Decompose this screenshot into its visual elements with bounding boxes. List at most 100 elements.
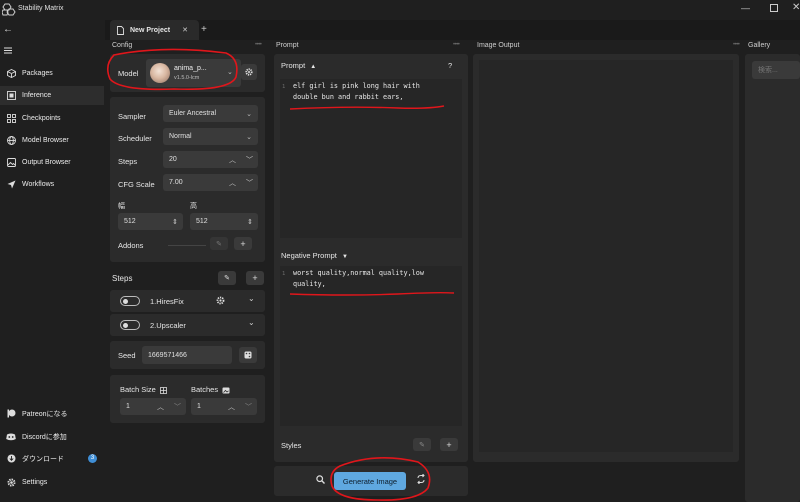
- project-tab-bar: New Project ✕ +: [105, 20, 800, 40]
- upscaler-label: 2.Upscaler: [150, 321, 186, 330]
- column-splitter[interactable]: ••••: [733, 42, 740, 48]
- gallery-panel: [745, 54, 800, 502]
- step-hiresfix-row: 1.HiresFix ⌄: [110, 290, 265, 312]
- steps-value: 20: [169, 156, 177, 163]
- column-splitter[interactable]: ••••: [255, 42, 262, 48]
- sidebar-item-packages[interactable]: Packages: [0, 64, 104, 83]
- sidebar-item-output-browser[interactable]: Output Browser: [0, 153, 104, 172]
- column-splitter[interactable]: ••••: [453, 42, 460, 48]
- prompt-editor[interactable]: 1 elf girl is pink long hair with double…: [280, 79, 462, 238]
- chevron-up-icon[interactable]: ︿: [229, 155, 236, 165]
- model-thumbnail: [150, 63, 170, 83]
- pencil-icon: ✎: [216, 240, 222, 248]
- chevron-down-icon[interactable]: ﹀: [246, 178, 253, 188]
- sidebar-item-label: Workflows: [22, 181, 55, 188]
- scheduler-dropdown[interactable]: Normal ⌄: [163, 128, 258, 145]
- addons-add-button[interactable]: +: [234, 237, 252, 250]
- layers-icon: [0, 91, 22, 100]
- search-icon[interactable]: [316, 475, 325, 484]
- up-down-icon[interactable]: ⇕: [247, 218, 253, 226]
- line-number: 1: [282, 84, 286, 90]
- close-button[interactable]: ✕: [792, 2, 800, 13]
- gallery-column-header: Gallery: [748, 42, 771, 49]
- styles-edit-button[interactable]: ✎: [413, 438, 431, 451]
- height-label: 高: [190, 203, 197, 210]
- chevron-down-icon[interactable]: ⌄: [248, 294, 255, 303]
- model-panel: Model anima_p... v1.5.0-lcm ⌄: [110, 54, 265, 92]
- send-icon: [0, 180, 22, 189]
- minimize-button[interactable]: —: [741, 3, 750, 13]
- globe-icon: [0, 136, 22, 145]
- sidebar-item-model-browser[interactable]: Model Browser: [0, 131, 104, 150]
- addons-label: Addons: [118, 241, 144, 250]
- chevron-up-icon[interactable]: ︿: [228, 402, 235, 412]
- upscaler-toggle[interactable]: [120, 320, 140, 330]
- generate-image-button[interactable]: Generate Image: [334, 472, 406, 490]
- height-value: 512: [196, 218, 208, 225]
- grid-icon: [0, 114, 22, 123]
- steps-edit-button[interactable]: ✎: [218, 271, 236, 285]
- negative-line-1: worst quality,normal quality,low: [293, 269, 424, 277]
- seed-input[interactable]: 1669571466: [142, 346, 232, 364]
- chevron-up-icon[interactable]: ︿: [157, 402, 164, 412]
- cfg-scale-stepper[interactable]: 7.00 ︿ ﹀: [163, 174, 258, 191]
- steps-add-button[interactable]: +: [246, 271, 264, 285]
- negative-line-2: quality,: [293, 280, 326, 288]
- sidebar-item-downloads[interactable]: ダウンロード 3: [0, 449, 104, 468]
- sidebar-item-label: Settings: [22, 479, 48, 486]
- cfg-scale-value: 7.00: [169, 179, 183, 186]
- sidebar-item-workflows[interactable]: Workflows: [0, 175, 104, 194]
- close-tab-icon[interactable]: ✕: [182, 26, 188, 34]
- hamburger-menu-icon[interactable]: [4, 47, 12, 54]
- batch-size-label-text: Batch Size: [120, 385, 156, 394]
- sidebar-item-checkpoints[interactable]: Checkpoints: [0, 109, 104, 128]
- tab-new-project[interactable]: New Project ✕: [110, 20, 199, 40]
- prompt-panel: Prompt ▲ ? 1 elf girl is pink long hair …: [274, 54, 468, 462]
- chevron-down-icon[interactable]: ﹀: [245, 402, 252, 412]
- help-icon[interactable]: ?: [448, 61, 452, 70]
- divider: [168, 245, 206, 246]
- seed-randomize-button[interactable]: [239, 347, 257, 363]
- sampler-dropdown[interactable]: Euler Ancestral ⌄: [163, 105, 258, 122]
- pencil-icon: ✎: [419, 441, 425, 449]
- prompt-header[interactable]: Prompt ▲: [281, 61, 316, 70]
- sidebar-item-discord[interactable]: Discordに参加: [0, 427, 104, 446]
- styles-add-button[interactable]: +: [440, 438, 458, 451]
- addons-edit-button[interactable]: ✎: [210, 237, 228, 250]
- chevron-down-icon[interactable]: ﹀: [246, 155, 253, 165]
- tab-label: New Project: [130, 26, 171, 34]
- width-label: 幅: [118, 203, 125, 210]
- sidebar-item-patreon[interactable]: Patreonになる: [0, 404, 104, 423]
- back-arrow-icon[interactable]: ←: [3, 24, 13, 35]
- maximize-button[interactable]: [770, 4, 778, 12]
- batches-stepper[interactable]: 1 ︿ ﹀: [191, 398, 257, 415]
- negative-prompt-editor[interactable]: 1 worst quality,normal quality,low quali…: [280, 266, 462, 426]
- prompt-line-1: elf girl is pink long hair with: [293, 82, 420, 90]
- up-down-icon[interactable]: ⇕: [172, 218, 178, 226]
- add-tab-button[interactable]: +: [201, 24, 207, 35]
- width-value: 512: [124, 218, 136, 225]
- box-icon: [0, 69, 22, 78]
- hiresfix-settings-icon[interactable]: [216, 296, 225, 305]
- steps-stepper[interactable]: 20 ︿ ﹀: [163, 151, 258, 168]
- sidebar-item-inference[interactable]: Inference: [0, 86, 104, 105]
- step-upscaler-row: 2.Upscaler ⌄: [110, 314, 265, 336]
- image-output-canvas: [479, 60, 733, 452]
- height-input[interactable]: 512 ⇕: [190, 213, 258, 230]
- chevron-down-icon[interactable]: ⌄: [248, 318, 255, 327]
- chevron-up-icon[interactable]: ︿: [229, 178, 236, 188]
- hiresfix-toggle[interactable]: [120, 296, 140, 306]
- sidebar-item-label: Inference: [22, 92, 52, 99]
- negative-prompt-header[interactable]: Negative Prompt ▼: [281, 251, 348, 260]
- model-settings-button[interactable]: [241, 64, 257, 80]
- sidebar-item-settings[interactable]: Settings: [0, 473, 104, 492]
- gallery-search-input[interactable]: [752, 61, 800, 79]
- cfg-scale-label: CFG Scale: [118, 180, 155, 189]
- chevron-down-icon: ⌄: [246, 110, 252, 118]
- batch-size-stepper[interactable]: 1 ︿ ﹀: [120, 398, 186, 415]
- repeat-icon[interactable]: [416, 474, 426, 484]
- width-input[interactable]: 512 ⇕: [118, 213, 183, 230]
- model-selector[interactable]: anima_p... v1.5.0-lcm ⌄: [146, 59, 241, 87]
- grid-icon: [160, 386, 167, 394]
- chevron-down-icon[interactable]: ﹀: [174, 402, 181, 412]
